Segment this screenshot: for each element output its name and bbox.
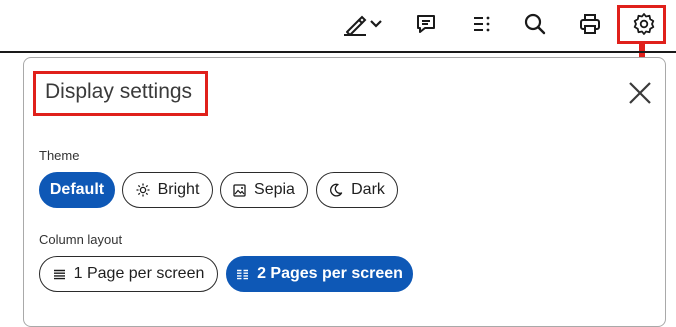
settings-highlight-box — [617, 5, 666, 44]
theme-bright-button[interactable]: Bright — [122, 172, 213, 208]
one-page-label: 1 Page per screen — [73, 265, 205, 282]
list-icon — [471, 13, 493, 35]
chevron-down-icon — [369, 17, 383, 31]
theme-default-label: Default — [49, 181, 105, 198]
sun-icon — [136, 183, 150, 197]
two-column-icon — [236, 269, 249, 280]
close-icon — [629, 82, 651, 104]
theme-bright-label: Bright — [157, 181, 200, 198]
one-page-per-screen-button[interactable]: 1 Page per screen — [39, 256, 218, 292]
moon-icon — [329, 183, 343, 197]
highlighter-icon — [341, 10, 369, 38]
comment-button[interactable] — [412, 9, 440, 39]
theme-default-button[interactable]: Default — [39, 172, 115, 208]
two-pages-per-screen-button[interactable]: 2 Pages per screen — [226, 256, 413, 292]
comment-icon — [414, 12, 438, 36]
toolbar-divider — [0, 51, 676, 53]
panel-title: Display settings — [45, 80, 193, 103]
print-button[interactable] — [576, 9, 604, 39]
list-button[interactable] — [468, 9, 496, 39]
search-icon — [523, 12, 547, 36]
image-icon — [233, 183, 246, 197]
print-icon — [578, 12, 602, 36]
highlighter-menu-button[interactable] — [336, 9, 388, 39]
theme-label: Theme — [39, 148, 80, 163]
toolbar — [0, 0, 676, 50]
theme-sepia-label: Sepia — [254, 181, 295, 198]
close-button[interactable] — [626, 79, 654, 107]
column-layout-label: Column layout — [39, 232, 123, 247]
theme-dark-button[interactable]: Dark — [316, 172, 398, 208]
theme-dark-label: Dark — [351, 181, 385, 198]
single-column-icon — [53, 269, 66, 280]
search-button[interactable] — [521, 9, 549, 39]
theme-sepia-button[interactable]: Sepia — [220, 172, 308, 208]
two-pages-label: 2 Pages per screen — [257, 265, 403, 282]
